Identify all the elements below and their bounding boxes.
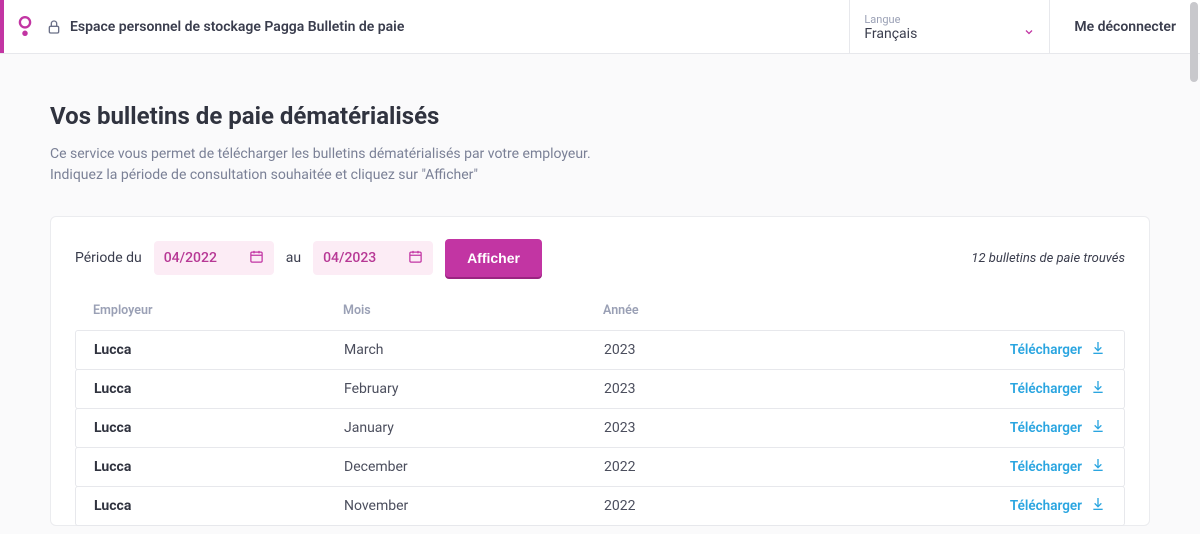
main-content: Vos bulletins de paie dématérialisés Ce …: [0, 54, 1200, 526]
scrollbar[interactable]: [1190, 2, 1198, 82]
download-icon: [1090, 457, 1106, 477]
logout-button[interactable]: Me déconnecter: [1049, 0, 1200, 53]
date-to-input[interactable]: 04/2023: [313, 241, 433, 275]
table-header: Employeur Mois Année: [75, 303, 1125, 330]
page-heading: Vos bulletins de paie dématérialisés: [50, 102, 1150, 130]
table-row: LuccaNovember2022 Télécharger: [75, 486, 1125, 526]
title-area: Espace personnel de stockage Pagga Bulle…: [46, 0, 849, 53]
cell-employer: Lucca: [94, 381, 344, 397]
payslip-card: Période du 04/2022 au 04/2023 Afficher 1…: [50, 216, 1150, 526]
table-row: LuccaJanuary2023 Télécharger: [75, 408, 1125, 448]
language-label: Langue: [864, 13, 1035, 26]
download-label: Télécharger: [1010, 420, 1082, 436]
download-button[interactable]: Télécharger: [946, 457, 1106, 477]
download-icon: [1090, 496, 1106, 516]
cell-employer: Lucca: [94, 498, 344, 514]
download-button[interactable]: Télécharger: [946, 340, 1106, 360]
date-to-value: 04/2023: [323, 250, 376, 266]
cell-year: 2023: [604, 381, 946, 397]
download-button[interactable]: Télécharger: [946, 496, 1106, 516]
page-title: Espace personnel de stockage Pagga Bulle…: [70, 19, 404, 35]
cell-year: 2023: [604, 420, 946, 436]
col-year: Année: [603, 303, 947, 318]
brand-logo[interactable]: [4, 0, 46, 53]
download-label: Télécharger: [1010, 381, 1082, 397]
cell-month: March: [344, 342, 604, 358]
cell-month: November: [344, 498, 604, 514]
chevron-down-icon: [1023, 26, 1035, 42]
page-description-1: Ce service vous permet de télécharger le…: [50, 144, 1150, 165]
download-button[interactable]: Télécharger: [946, 418, 1106, 438]
period-label: Période du: [75, 250, 142, 266]
cell-employer: Lucca: [94, 459, 344, 475]
page-description-2: Indiquez la période de consultation souh…: [50, 165, 1150, 186]
payslip-table: Employeur Mois Année LuccaMarch2023Téléc…: [75, 303, 1125, 526]
table-row: LuccaDecember2022 Télécharger: [75, 447, 1125, 487]
download-label: Télécharger: [1010, 342, 1082, 358]
top-bar: Espace personnel de stockage Pagga Bulle…: [0, 0, 1200, 54]
language-selector[interactable]: Langue Français: [849, 0, 1049, 53]
cell-month: December: [344, 459, 604, 475]
date-from-value: 04/2022: [164, 250, 217, 266]
show-button[interactable]: Afficher: [445, 239, 542, 277]
language-value: Français: [864, 26, 917, 42]
filter-row: Période du 04/2022 au 04/2023 Afficher 1…: [75, 239, 1125, 277]
cell-employer: Lucca: [94, 420, 344, 436]
cell-year: 2022: [604, 498, 946, 514]
result-count: 12 bulletins de paie trouvés: [971, 251, 1125, 266]
cell-month: January: [344, 420, 604, 436]
download-label: Télécharger: [1010, 498, 1082, 514]
download-button[interactable]: Télécharger: [946, 379, 1106, 399]
calendar-icon: [249, 249, 264, 268]
logout-label: Me déconnecter: [1074, 19, 1176, 35]
table-row: LuccaFebruary2023 Télécharger: [75, 369, 1125, 409]
download-icon: [1090, 379, 1106, 399]
lock-icon: [46, 19, 62, 35]
date-from-input[interactable]: 04/2022: [154, 241, 274, 275]
cell-month: February: [344, 381, 604, 397]
calendar-icon: [408, 249, 423, 268]
to-label: au: [286, 250, 301, 266]
download-icon: [1090, 418, 1106, 438]
table-row: LuccaMarch2023 Télécharger: [75, 330, 1125, 370]
col-employer: Employeur: [93, 303, 343, 318]
download-label: Télécharger: [1010, 459, 1082, 475]
download-icon: [1090, 340, 1106, 360]
cell-employer: Lucca: [94, 342, 344, 358]
col-month: Mois: [343, 303, 603, 318]
cell-year: 2023: [604, 342, 946, 358]
cell-year: 2022: [604, 459, 946, 475]
